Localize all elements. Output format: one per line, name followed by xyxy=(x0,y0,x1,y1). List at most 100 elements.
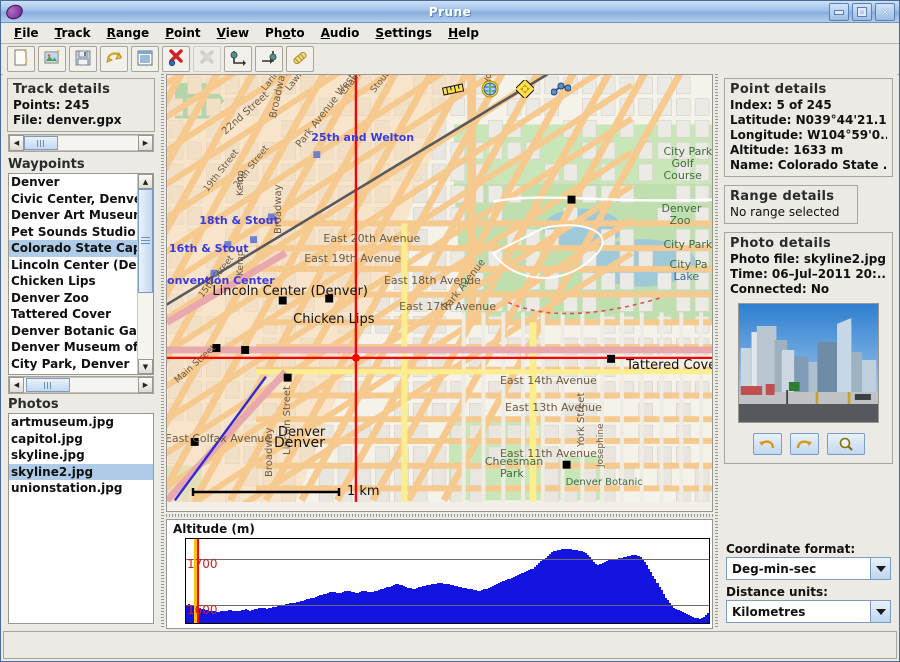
map-autopan-arrows-icon[interactable] xyxy=(516,80,534,101)
scroll-track[interactable] xyxy=(138,189,153,359)
new-file-icon xyxy=(12,49,30,70)
altitude-plot-area[interactable] xyxy=(185,538,710,624)
altitude-chart-title: Altitude (m) xyxy=(173,522,255,536)
map-scale-bar: 1 km xyxy=(191,484,380,499)
right-splitter[interactable] xyxy=(713,74,720,629)
waypoint-item[interactable]: Denver Museum of xyxy=(9,339,137,356)
altitude-tick-label: 1600 xyxy=(187,603,218,617)
waypoint-item[interactable]: Tattered Cover xyxy=(9,306,137,323)
waypoint-item[interactable]: Colorado State Cap xyxy=(9,240,137,257)
menu-point[interactable]: Point xyxy=(158,24,207,42)
waypoint-item[interactable]: Denver Art Museum xyxy=(9,207,137,224)
altitude-bar xyxy=(707,613,709,623)
waypoint-item[interactable]: City Park, Denver xyxy=(9,356,137,373)
right-panel: Point details Index: 5 of 245 Latitude: … xyxy=(720,74,897,629)
menu-track[interactable]: Track xyxy=(48,24,98,42)
map-connect-points-icon[interactable] xyxy=(551,81,571,100)
scroll-thumb[interactable] xyxy=(138,189,153,293)
photo-item[interactable]: artmuseum.jpg xyxy=(9,414,153,431)
scroll-right-icon[interactable]: ▶ xyxy=(138,135,153,151)
waypoint-item[interactable]: Denver xyxy=(9,174,137,191)
waypoint-item[interactable]: Denver Botanic Gar xyxy=(9,323,137,340)
connect-photo-button[interactable] xyxy=(286,46,314,72)
map-scalebar-icon[interactable] xyxy=(442,83,464,99)
photo-item[interactable]: unionstation.jpg xyxy=(9,480,153,497)
point-details-box: Point details Index: 5 of 245 Latitude: … xyxy=(724,78,893,177)
waypoint-item[interactable]: Pet Sounds Studio xyxy=(9,224,137,241)
map-source-globe-icon[interactable] xyxy=(481,80,499,101)
scroll-track[interactable] xyxy=(24,135,138,151)
select-start-button[interactable] xyxy=(224,46,252,72)
delete-point-button[interactable] xyxy=(162,46,190,72)
range-details-title: Range details xyxy=(730,189,852,204)
scroll-right-icon[interactable]: ▶ xyxy=(138,377,153,393)
delete-range-icon xyxy=(198,49,216,70)
range-status: No range selected xyxy=(730,205,852,220)
photo-item[interactable]: skyline2.jpg xyxy=(9,464,153,481)
altitude-series xyxy=(186,539,709,623)
photo-thumbnail[interactable] xyxy=(738,303,879,423)
scroll-track[interactable] xyxy=(24,377,138,393)
chevron-down-icon[interactable] xyxy=(870,558,890,579)
map-canvas[interactable] xyxy=(167,75,712,502)
waypoints-title: Waypoints xyxy=(3,157,159,172)
menu-file[interactable]: File xyxy=(7,24,46,42)
left-splitter[interactable] xyxy=(159,74,166,629)
track-details-hscrollbar[interactable]: ◀ ▶ xyxy=(8,134,154,152)
point-name: Name: Colorado State ... xyxy=(730,158,887,173)
map-view[interactable]: 22nd StreetBroadwayLarimerLawrenceChampa… xyxy=(166,74,713,512)
save-button[interactable] xyxy=(69,46,97,72)
rotate-right-button[interactable] xyxy=(790,433,819,455)
map-chart-splitter[interactable] xyxy=(166,512,713,519)
select-end-icon xyxy=(260,49,278,70)
connect-photo-icon xyxy=(291,49,309,70)
minimize-button[interactable] xyxy=(829,3,849,21)
photos-list[interactable]: artmuseum.jpg capitol.jpg skyline.jpg skyli… xyxy=(8,413,154,624)
new-file-button[interactable] xyxy=(7,46,35,72)
scroll-left-icon[interactable]: ◀ xyxy=(9,135,24,151)
close-button[interactable]: ✕ xyxy=(875,3,895,21)
waypoint-item[interactable]: Denver Zoo xyxy=(9,290,137,307)
select-end-button[interactable] xyxy=(255,46,283,72)
waypoint-item[interactable]: Chicken Lips xyxy=(9,273,137,290)
main-area: Track details Points: 245 File: denver.g… xyxy=(3,74,897,629)
photo-item[interactable]: capitol.jpg xyxy=(9,431,153,448)
undo-icon xyxy=(105,49,123,70)
waypoint-item[interactable]: Civic Center, Denve xyxy=(9,191,137,208)
maximize-button[interactable] xyxy=(852,3,872,21)
waypoints-list[interactable]: Denver Civic Center, Denve Denver Art Muse… xyxy=(8,173,154,375)
waypoints-hscrollbar[interactable]: ◀ ▶ xyxy=(8,376,154,394)
coordinate-format-label: Coordinate format: xyxy=(726,542,891,556)
waypoint-item[interactable]: Lincoln Center (Der xyxy=(9,257,137,274)
undo-button[interactable] xyxy=(100,46,128,72)
toolbar xyxy=(1,44,899,75)
scroll-up-icon[interactable]: ▲ xyxy=(138,174,153,189)
prune-main-window: Prune ✕ File Track Range Point View Photo Audi… xyxy=(0,0,900,662)
gridline xyxy=(186,605,709,606)
scroll-down-icon[interactable]: ▼ xyxy=(138,359,153,374)
scroll-thumb[interactable] xyxy=(26,378,70,392)
popup-photo-button[interactable] xyxy=(827,433,865,455)
window-controls: ✕ xyxy=(829,3,895,21)
scroll-left-icon[interactable]: ◀ xyxy=(9,377,24,393)
menu-help[interactable]: Help xyxy=(441,24,486,42)
photo-item[interactable]: skyline.jpg xyxy=(9,447,153,464)
point-longitude: Longitude: W104°59'0... xyxy=(730,128,887,143)
open-file-button[interactable] xyxy=(38,46,66,72)
rotate-left-button[interactable] xyxy=(753,433,782,455)
menu-audio[interactable]: Audio xyxy=(314,24,367,42)
photos-title: Photos xyxy=(3,397,159,412)
distance-units-select[interactable]: Kilometres xyxy=(726,600,891,623)
menu-range[interactable]: Range xyxy=(100,24,157,42)
chevron-down-icon[interactable] xyxy=(870,601,890,622)
coordinate-format-select[interactable]: Deg-min-sec xyxy=(726,557,891,580)
scroll-thumb[interactable] xyxy=(24,136,58,150)
menu-photo[interactable]: Photo xyxy=(258,24,312,42)
waypoints-vscrollbar[interactable]: ▲ ▼ xyxy=(137,174,153,374)
menu-settings[interactable]: Settings xyxy=(368,24,439,42)
window-title: Prune xyxy=(1,5,899,19)
menu-view[interactable]: View xyxy=(210,24,256,42)
show-list-button[interactable] xyxy=(131,46,159,72)
track-details-title: Track details xyxy=(13,82,149,97)
altitude-chart[interactable]: Altitude (m) 1700 1600 xyxy=(166,519,713,629)
